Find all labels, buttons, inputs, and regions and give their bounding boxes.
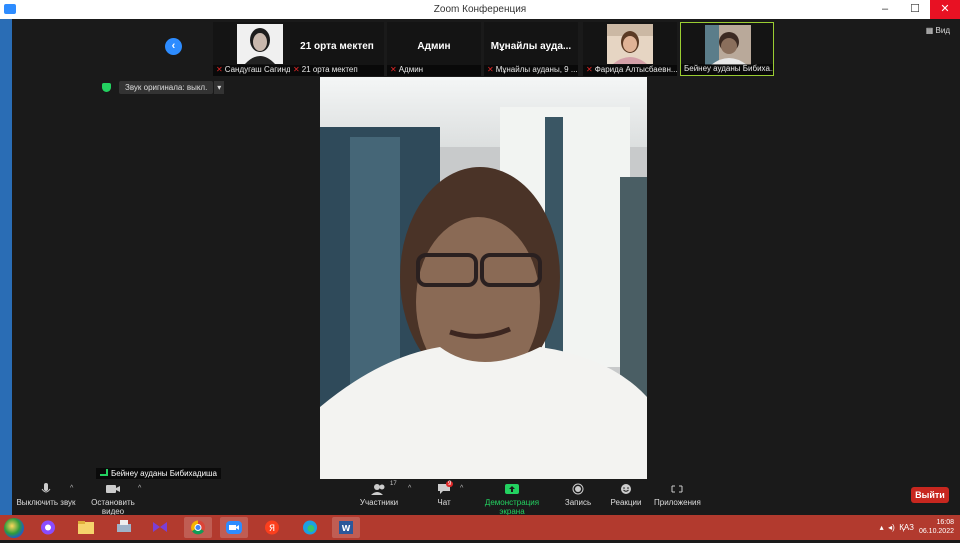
view-button[interactable]: ▦ Вид: [926, 26, 950, 35]
participant-tile[interactable]: 21 орта мектеп ✕ 21 орта мектеп: [290, 22, 384, 76]
chevron-down-icon[interactable]: ▾: [214, 81, 225, 94]
smiley-icon: [621, 484, 631, 494]
participant-tile-active[interactable]: Бейнеу ауданы Бибиха...: [680, 22, 774, 76]
share-screen-button[interactable]: Демонстрация экрана: [474, 483, 550, 516]
mute-button[interactable]: Выключить звук ^: [16, 483, 76, 507]
chevron-up-icon[interactable]: ^: [408, 485, 411, 492]
participant-display-name: Админ: [417, 41, 451, 52]
svg-text:Я: Я: [269, 524, 275, 534]
start-button-icon[interactable]: [4, 518, 24, 538]
participant-name: Бейнеу ауданы Бибиха...: [681, 64, 773, 75]
stop-video-button[interactable]: Остановить видео ^: [80, 483, 146, 516]
clock-date: 06.10.2022: [918, 528, 954, 535]
chrome-icon[interactable]: [184, 517, 212, 538]
zoom-taskbar-icon[interactable]: [220, 517, 248, 538]
printer-app-icon[interactable]: [110, 517, 138, 538]
participant-tile[interactable]: Админ ✕ Админ: [387, 22, 481, 76]
participant-photo-icon: [237, 24, 283, 64]
close-window-button[interactable]: ✕: [930, 0, 960, 19]
reactions-button[interactable]: Реакции: [610, 483, 642, 507]
muted-mic-icon: ✕: [390, 65, 397, 74]
file-explorer-icon[interactable]: [72, 517, 100, 538]
chat-unread-badge: 9: [446, 481, 454, 487]
edge-icon[interactable]: [296, 517, 324, 538]
word-icon[interactable]: W: [332, 517, 360, 538]
minimize-button[interactable]: –: [870, 0, 900, 19]
participants-icon: [371, 484, 385, 495]
language-indicator: ҚАЗ: [899, 523, 914, 532]
chevron-up-icon[interactable]: ^: [138, 485, 141, 492]
windows-taskbar: Я W ▴ ◂) ҚАЗ 16:08 06.10.2022: [0, 515, 960, 540]
speaker-name-label: Бейнеу ауданы Бибихадиша: [96, 468, 221, 479]
muted-mic-icon: ✕: [586, 65, 593, 74]
muted-mic-icon: ✕: [487, 65, 494, 74]
participant-photo-icon: [607, 24, 653, 64]
clock[interactable]: 16:08 06.10.2022: [919, 518, 954, 536]
maximize-button[interactable]: ☐: [900, 0, 930, 19]
camera-icon: [106, 485, 120, 493]
tray-arrow-icon: ▴: [879, 523, 884, 532]
record-button[interactable]: Запись: [563, 483, 593, 507]
muted-mic-icon: ✕: [216, 65, 223, 74]
chevron-up-icon[interactable]: ^: [70, 485, 73, 492]
chevron-up-icon[interactable]: ^: [460, 485, 463, 492]
clock-time: 16:08: [936, 519, 954, 526]
share-screen-icon: [505, 484, 519, 494]
chat-button[interactable]: Чат 9 ^: [432, 481, 463, 507]
volume-icon: ◂): [888, 523, 895, 532]
scroll-left-icon[interactable]: ‹: [165, 38, 182, 55]
participant-name: ✕ 21 орта мектеп: [290, 65, 384, 76]
original-sound-label[interactable]: Звук оригинала: выкл.: [119, 81, 214, 94]
participant-photo-icon: [705, 25, 751, 65]
participant-name: ✕ Мұнайлы ауданы, 9 ...: [484, 65, 578, 76]
alice-app-icon[interactable]: [34, 517, 62, 538]
system-tray[interactable]: ▴ ◂) ҚАЗ: [880, 523, 914, 532]
meeting-toolbar: Выключить звук ^ Остановить видео ^ Учас…: [12, 481, 960, 516]
participant-name: ✕ Админ: [387, 65, 481, 76]
participants-count: 17: [390, 481, 397, 487]
record-icon: [572, 483, 584, 495]
muted-mic-icon: ✕: [293, 65, 300, 74]
participant-tile[interactable]: Мұнайлы ауда... ✕ Мұнайлы ауданы, 9 ...: [484, 22, 578, 76]
leave-meeting-button[interactable]: Выйти: [911, 487, 949, 503]
apps-icon: [671, 485, 683, 493]
microphone-icon: [41, 483, 51, 493]
title-bar: Zoom Конференция – ☐ ✕: [0, 0, 960, 19]
svg-text:W: W: [342, 524, 351, 533]
participant-name: ✕ Фарида Алтысбаевн...: [583, 65, 677, 76]
participant-tile[interactable]: ✕ Фарида Алтысбаевн...: [583, 22, 677, 76]
visual-studio-icon[interactable]: [146, 517, 174, 538]
active-speaker-video: [320, 77, 647, 479]
speaker-video-frame: [320, 77, 647, 479]
signal-icon: [100, 469, 108, 476]
window-title: Zoom Конференция: [433, 4, 527, 15]
original-sound-control[interactable]: Звук оригинала: выкл. ▾: [102, 81, 225, 95]
yandex-browser-icon[interactable]: Я: [258, 517, 286, 538]
participant-display-name: Мұнайлы ауда...: [490, 41, 572, 52]
shield-icon: [102, 83, 111, 92]
apps-button[interactable]: Приложения: [654, 483, 701, 507]
participant-display-name: 21 орта мектеп: [300, 41, 374, 52]
participants-button[interactable]: Участники 17 ^: [356, 481, 411, 507]
